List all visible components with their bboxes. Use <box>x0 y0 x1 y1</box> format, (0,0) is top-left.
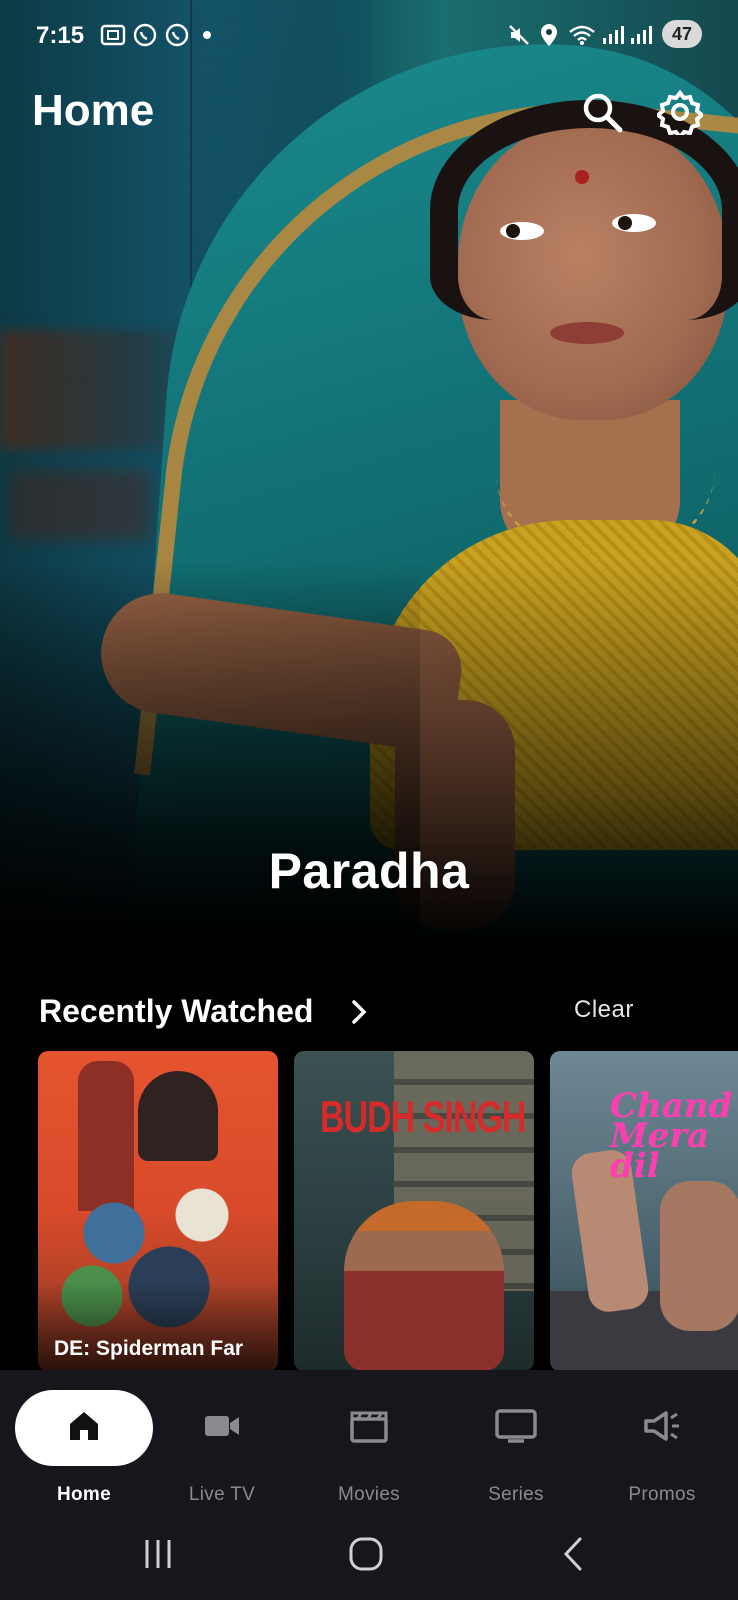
battery-indicator: 47 <box>662 20 702 48</box>
poster-artwork <box>138 1071 218 1161</box>
settings-button[interactable] <box>654 86 706 138</box>
status-time: 7:15 <box>36 22 85 49</box>
nav-item-live-tv[interactable]: Live TV <box>152 1370 292 1510</box>
video-camera-icon <box>152 1406 292 1446</box>
location-icon <box>538 22 560 48</box>
bottom-navigation: Home Live TV Movies Series Promos <box>0 1370 738 1510</box>
recently-watched-row: DE: Spiderman Far BUDH SINGH Chand Mera … <box>38 1051 738 1371</box>
search-icon <box>583 93 623 133</box>
search-button[interactable] <box>576 86 628 138</box>
hero-banner[interactable]: Paradha <box>0 0 738 944</box>
hero-wall-texture <box>10 470 150 540</box>
back-icon[interactable] <box>544 1532 604 1576</box>
nav-label: Promos <box>628 1484 696 1505</box>
nav-label: Series <box>488 1484 544 1505</box>
nav-label: Movies <box>338 1484 400 1505</box>
nav-item-home[interactable]: Home <box>6 1370 153 1510</box>
recently-watched-title[interactable]: Recently Watched <box>39 993 313 1030</box>
recently-watched-card[interactable]: DE: Spiderman Far <box>38 1051 278 1371</box>
hero-mouth <box>550 322 624 344</box>
chevron-right-icon[interactable] <box>346 996 372 1028</box>
nav-item-series[interactable]: Series <box>446 1370 586 1510</box>
notification-dot-icon <box>200 22 214 48</box>
system-navigation-bar <box>0 1510 738 1600</box>
status-bar: 7:15 47 <box>0 0 738 70</box>
gear-icon <box>657 89 703 135</box>
poster-title: Chand Mera dil <box>610 1086 733 1186</box>
clapperboard-icon <box>299 1406 439 1446</box>
card-title: DE: Spiderman Far <box>54 1337 244 1360</box>
whatsapp-icon <box>162 22 192 48</box>
recently-watched-card[interactable]: Chand Mera dil <box>550 1051 738 1371</box>
nav-item-promos[interactable]: Promos <box>592 1370 732 1510</box>
clear-button[interactable]: Clear <box>574 996 634 1024</box>
page-title: Home <box>32 86 155 135</box>
recent-apps-icon[interactable] <box>128 1532 188 1576</box>
home-icon <box>14 1406 154 1446</box>
home-button-icon[interactable] <box>336 1532 396 1576</box>
nav-label: Live TV <box>188 1484 256 1505</box>
recently-watched-card[interactable]: BUDH SINGH <box>294 1051 534 1371</box>
megaphone-icon <box>592 1406 732 1446</box>
hero-eye <box>612 214 656 232</box>
nav-label: Home <box>57 1484 111 1505</box>
tv-icon <box>446 1406 586 1446</box>
signal-icon <box>628 22 654 48</box>
poster-title: BUDH SINGH <box>320 1093 526 1143</box>
poster-artwork <box>344 1201 504 1371</box>
wifi-icon <box>568 22 596 48</box>
hero-bindi <box>575 170 589 184</box>
screenshot-icon <box>98 22 128 48</box>
poster-artwork <box>660 1181 738 1331</box>
nav-item-movies[interactable]: Movies <box>299 1370 439 1510</box>
whatsapp-icon <box>130 22 160 48</box>
signal-icon <box>600 22 626 48</box>
mute-icon <box>506 22 532 48</box>
hero-title[interactable]: Paradha <box>0 842 738 900</box>
hero-eye <box>500 222 544 240</box>
